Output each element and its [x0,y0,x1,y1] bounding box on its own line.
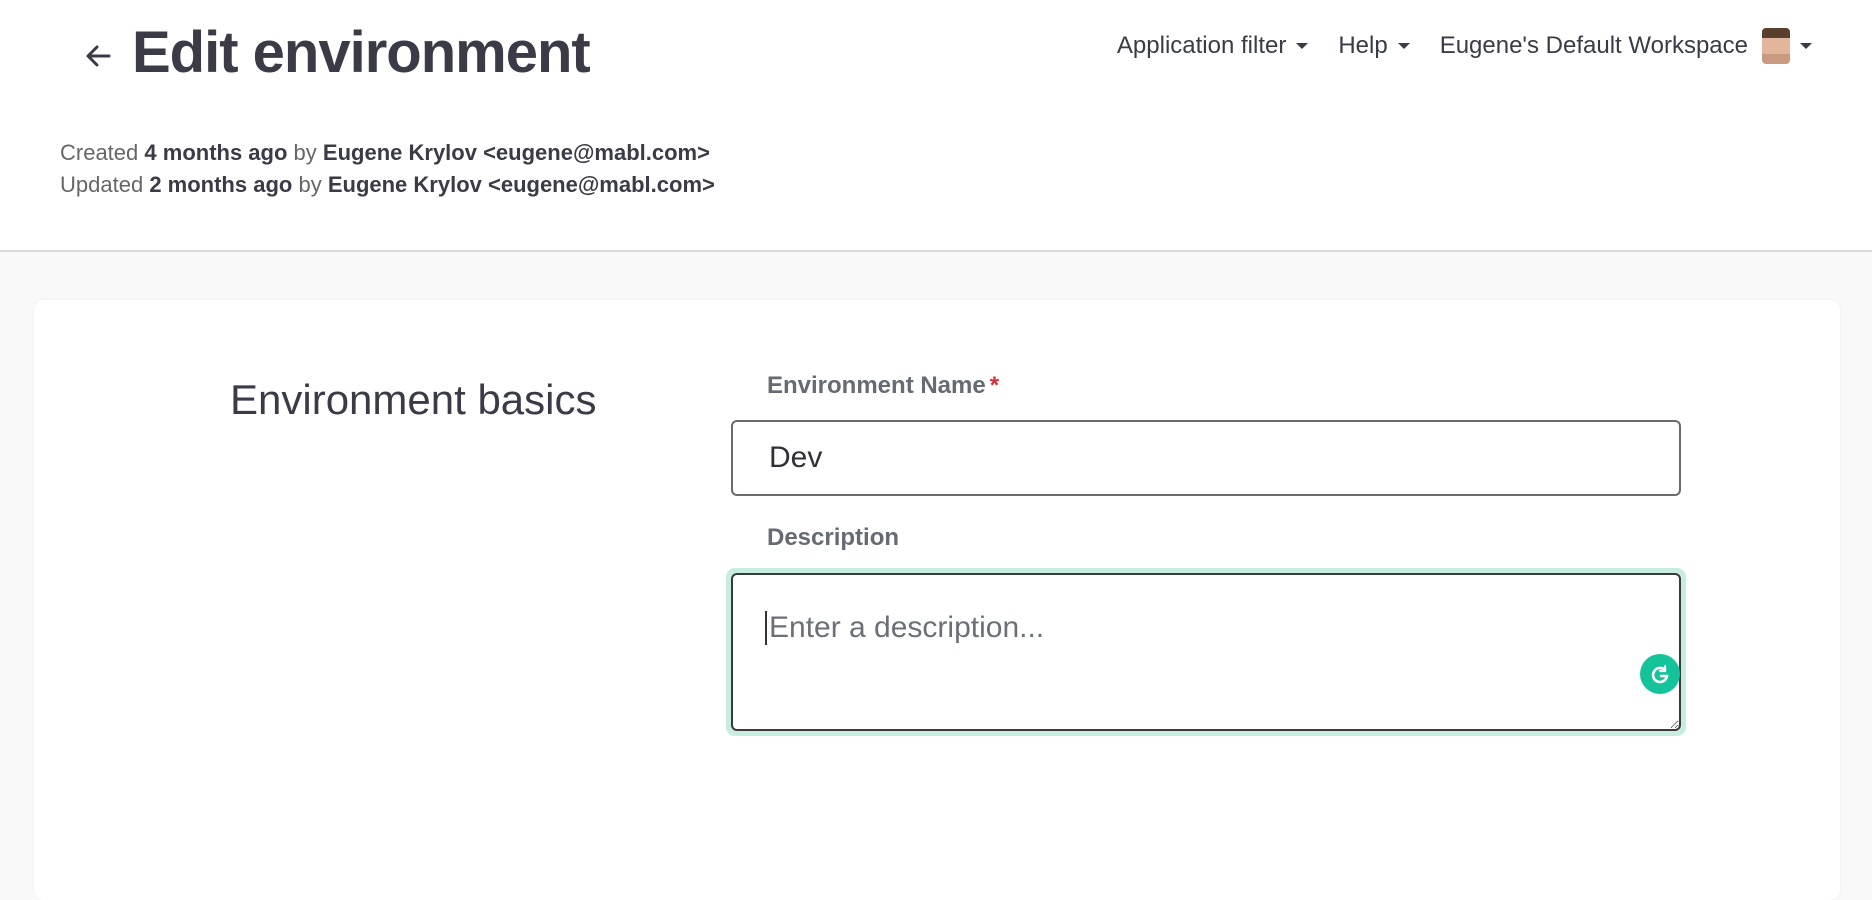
page-header: Edit environment Created 4 months ago by… [0,0,1872,252]
description-label: Description [767,524,900,551]
avatar [1762,28,1790,64]
description-focus-ring [726,568,1686,736]
application-filter-label: Application filter [1116,32,1287,59]
created-by: by [293,140,317,165]
top-nav: Application filter Help Eugene's Default… [1087,26,1812,66]
updated-author: Eugene Krylov <eugene@mabl.com> [327,172,715,197]
workspace-dropdown[interactable]: Eugene's Default Workspace [1440,28,1812,64]
page-title: Edit environment [132,20,591,85]
form-card: Environment basics Environment Name* Des… [34,300,1840,900]
grammarly-icon[interactable] [1640,654,1680,694]
chevron-down-icon [1800,43,1812,49]
required-mark: * [989,372,1000,399]
updated-when: 2 months ago [149,172,293,197]
created-prefix: Created [60,140,139,165]
created-info: Created 4 months ago by Eugene Krylov <e… [60,138,710,168]
chevron-down-icon [1296,43,1309,49]
back-button[interactable] [78,36,118,76]
arrow-left-icon [86,45,111,67]
text-cursor [765,611,767,645]
created-author: Eugene Krylov <eugene@mabl.com> [322,140,710,165]
created-when: 4 months ago [144,140,288,165]
updated-by: by [298,172,322,197]
help-label: Help [1338,32,1388,59]
environment-name-input[interactable] [731,420,1681,496]
environment-name-label-text: Environment Name [767,372,986,399]
section-title: Environment basics [230,376,597,423]
updated-prefix: Updated [60,172,144,197]
help-dropdown[interactable]: Help [1338,32,1410,60]
grammarly-glyph [1651,664,1669,684]
updated-info: Updated 2 months ago by Eugene Krylov <e… [60,170,715,200]
environment-name-label: Environment Name * [767,372,999,400]
chevron-down-icon [1397,43,1410,49]
workspace-label: Eugene's Default Workspace [1439,32,1748,59]
description-textarea[interactable] [731,573,1681,731]
application-filter-dropdown[interactable]: Application filter [1116,32,1309,60]
